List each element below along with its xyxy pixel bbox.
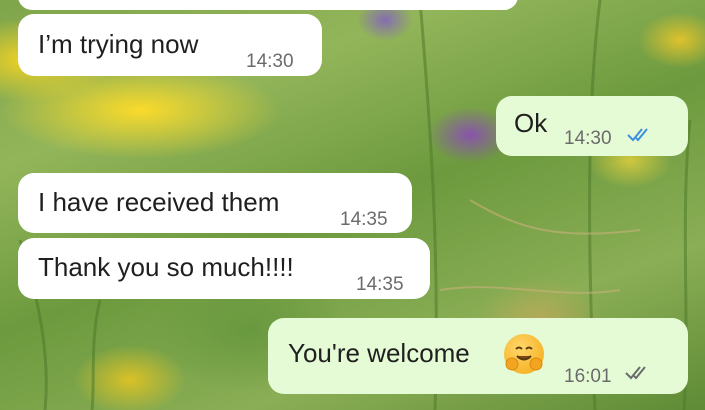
message-text: I have received them — [38, 187, 280, 217]
message-bubble-outgoing[interactable]: Ok 14:30 — [496, 96, 688, 156]
message-timestamp: 14:30 — [564, 128, 612, 149]
message-text: Ok — [514, 108, 548, 138]
message-bubble-incoming[interactable]: Thank you so much!!!! 14:35 — [18, 238, 430, 299]
message-text: I’m trying now — [38, 29, 199, 59]
hugging-face-emoji-icon — [504, 334, 544, 374]
message-timestamp: 14:35 — [340, 209, 388, 230]
message-text: Thank you so much!!!! — [38, 252, 294, 282]
message-text: You're welcome — [288, 338, 470, 368]
message-bubble-incoming[interactable] — [18, 0, 518, 10]
message-bubble-outgoing[interactable]: You're welcome 16:01 — [268, 318, 688, 394]
message-bubble-incoming[interactable]: I’m trying now 14:30 — [18, 14, 322, 76]
message-timestamp: 14:35 — [356, 274, 404, 295]
read-double-check-icon — [627, 128, 648, 142]
delivered-double-check-icon — [625, 366, 646, 380]
message-timestamp: 16:01 — [564, 366, 612, 387]
message-timestamp: 14:30 — [246, 51, 294, 72]
message-bubble-incoming[interactable]: I have received them 14:35 — [18, 173, 412, 233]
